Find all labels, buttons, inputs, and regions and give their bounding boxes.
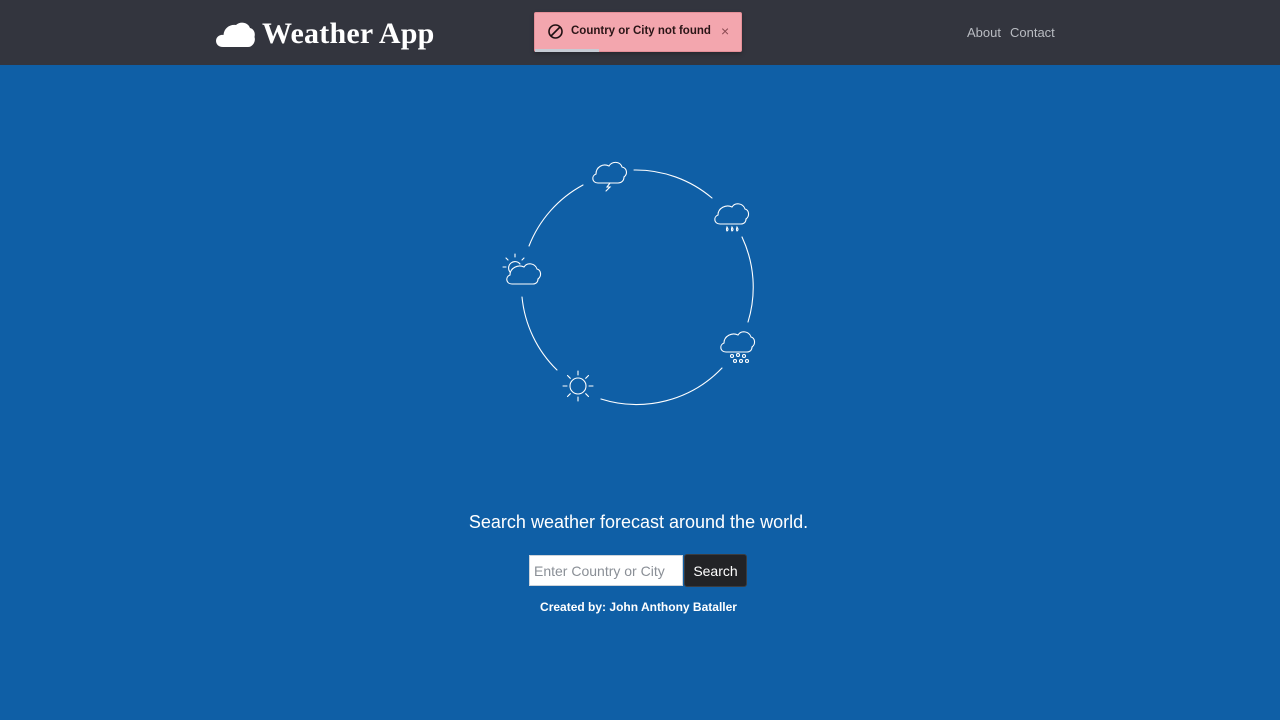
cycle-arc [633, 169, 713, 199]
cycle-arc [741, 236, 754, 323]
search-button[interactable]: Search [684, 554, 747, 587]
nav-link-contact[interactable]: Contact [1010, 25, 1055, 40]
brand-title: Weather App [262, 17, 435, 50]
weather-cycle-illustration [502, 161, 756, 406]
error-toast: Country or City not found × [534, 12, 742, 52]
cycle-arc [528, 184, 584, 247]
block-icon [548, 24, 563, 39]
nav-link-about[interactable]: About [967, 25, 1001, 40]
cloud-icon [216, 22, 255, 47]
partly-cloudy-icon [502, 253, 542, 285]
toast-message: Country or City not found [571, 25, 711, 37]
page-tagline: Search weather forecast around the world… [468, 512, 809, 532]
credits-author: John Anthony Bataller [609, 600, 737, 614]
toast-progress-bar [535, 49, 599, 52]
search-input[interactable] [529, 555, 683, 586]
nav-links: About Contact [967, 25, 1055, 40]
cycle-arc [600, 367, 723, 406]
navbar: Weather App Country or City not found × … [0, 0, 1280, 65]
credits-prefix: Created by: [540, 600, 610, 614]
snow-cloud-icon [720, 331, 756, 364]
sun-icon [562, 370, 594, 402]
brand-link[interactable]: Weather App [215, 14, 435, 54]
credits: Created by: John Anthony Bataller [0, 600, 1277, 614]
toast-close-button[interactable]: × [721, 23, 729, 39]
thunderstorm-cloud-icon [592, 161, 627, 192]
cycle-arc [521, 296, 558, 371]
rain-cloud-icon [714, 203, 750, 232]
